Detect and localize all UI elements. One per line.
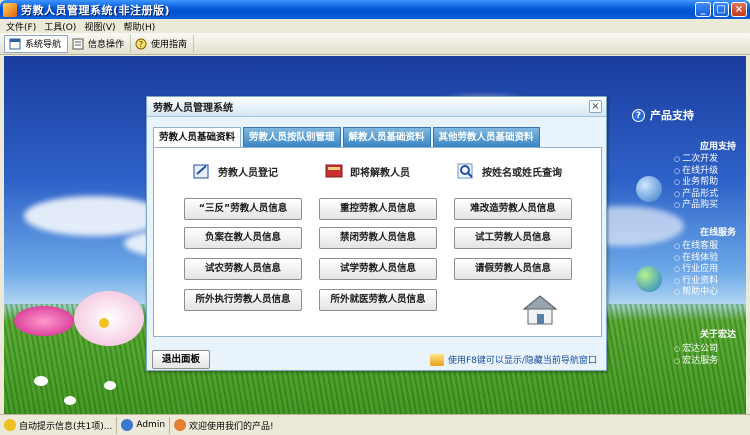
welcome-icon: [174, 419, 187, 431]
question-icon: ?: [632, 108, 645, 122]
user-name: Admin: [136, 420, 166, 430]
minimize-button[interactable]: _: [695, 2, 711, 17]
toolbar: 系统导航 信息操作 ? 使用指南: [0, 33, 750, 55]
tab-basic-info[interactable]: 劳教人员基础资料: [153, 127, 242, 148]
trial-study-button[interactable]: 试学劳教人员信息: [319, 258, 437, 280]
trial-farm-button[interactable]: 试农劳教人员信息: [184, 258, 302, 280]
side-link[interactable]: 在线体验: [674, 253, 718, 265]
hint-text: 使用F8键可以显示/隐藏当前导航窗口: [448, 356, 597, 366]
menu-bar: 文件(F) 工具(O) 视图(V) 帮助(H): [0, 19, 750, 33]
pending-case-button[interactable]: 负案在教人员信息: [184, 227, 302, 249]
side-link[interactable]: 在线客服: [674, 241, 718, 253]
confinement-button[interactable]: 禁闭劳教人员信息: [319, 227, 437, 249]
window-titlebar: 劳教人员管理系统(非注册版) _ □ ×: [0, 0, 750, 19]
side-section-heading: 在线服务: [699, 228, 736, 238]
product-support-panel: ? 产品支持 应用支持 二次开发 在线升级 业务帮助 产品形式 产品购买 在线服…: [626, 101, 746, 401]
user-icon: [121, 419, 134, 431]
name-search-action[interactable]: 按姓名或姓氏查询: [456, 162, 562, 180]
home-icon[interactable]: [522, 294, 558, 326]
main-dialog: 劳教人员管理系统 × 劳教人员基础资料 劳教人员按队别管理 解教人员基础资料 其…: [146, 96, 607, 371]
side-link[interactable]: 帮助中心: [674, 287, 718, 299]
auto-info-text: 自动提示信息(共1项)...: [19, 421, 113, 432]
f8-hint: 使用F8键可以显示/隐藏当前导航窗口: [430, 353, 597, 366]
window-title: 劳教人员管理系统(非注册版): [21, 3, 171, 17]
welcome-segment: 欢迎使用我们的产品!: [170, 417, 278, 434]
arrow-icon: [636, 176, 662, 202]
tab-released[interactable]: 解教人员基础资料: [342, 127, 431, 147]
system-nav-button[interactable]: 系统导航: [4, 34, 69, 53]
status-bar: 自动提示信息(共1项)... Admin 欢迎使用我们的产品!: [0, 414, 750, 435]
side-link[interactable]: 宏达公司: [674, 344, 718, 356]
outside-medical-button[interactable]: 所外就医劳教人员信息: [319, 289, 437, 311]
menu-file[interactable]: 文件(F): [6, 20, 36, 33]
tab-by-team[interactable]: 劳教人员按队别管理: [243, 127, 341, 147]
side-section-heading: 应用支持: [699, 142, 736, 152]
register-action[interactable]: 劳教人员登记: [192, 162, 278, 180]
trial-work-button[interactable]: 试工劳教人员信息: [454, 227, 572, 249]
tab-other[interactable]: 其他劳教人员基础资料: [432, 127, 540, 147]
book-icon: [325, 164, 343, 178]
info-operation-label: 信息操作: [88, 40, 125, 50]
menu-help[interactable]: 帮助(H): [124, 20, 156, 33]
user-guide-button[interactable]: ? 使用指南: [131, 34, 195, 53]
side-link[interactable]: 在线升级: [674, 166, 718, 178]
key-control-button[interactable]: 重控劳教人员信息: [319, 198, 437, 220]
upcoming-release-label: 即将解教人员: [350, 167, 410, 179]
side-link[interactable]: 宏达服务: [674, 356, 718, 368]
user-segment: Admin: [117, 416, 171, 434]
hint-icon: [430, 353, 444, 366]
tab-bar: 劳教人员基础资料 劳教人员按队别管理 解教人员基础资料 其他劳教人员基础资料: [153, 127, 540, 148]
hard-reform-button[interactable]: 难改造劳教人员信息: [454, 198, 572, 220]
auto-info-segment[interactable]: 自动提示信息(共1项)...: [0, 416, 118, 434]
system-nav-label: 系统导航: [25, 40, 62, 50]
dialog-title: 劳教人员管理系统: [153, 103, 233, 114]
menu-tools[interactable]: 工具(O): [44, 20, 76, 33]
menu-view[interactable]: 视图(V): [84, 20, 115, 33]
close-button[interactable]: ×: [731, 2, 747, 17]
register-icon: [193, 164, 209, 179]
side-link[interactable]: 二次开发: [674, 154, 718, 166]
user-guide-label: 使用指南: [151, 40, 188, 50]
side-link[interactable]: 产品购买: [674, 200, 718, 212]
upcoming-release-action[interactable]: 即将解教人员: [324, 162, 410, 180]
dialog-close-button[interactable]: ×: [589, 100, 602, 113]
dialog-titlebar: 劳教人员管理系统: [147, 97, 606, 117]
tab-panel: 劳教人员登记 即将解教人员 按姓名或姓氏查询 “三反”劳教人员信息 重控劳教人员…: [153, 147, 602, 337]
outside-execution-button[interactable]: 所外执行劳教人员信息: [184, 289, 302, 311]
globe-icon: [636, 266, 662, 292]
info-icon: [72, 38, 84, 50]
side-section-heading: 关于宏达: [699, 330, 736, 340]
app-icon: [3, 2, 17, 17]
three-anti-button[interactable]: “三反”劳教人员信息: [184, 198, 302, 220]
exit-panel-button[interactable]: 退出面板: [152, 350, 210, 369]
side-link[interactable]: 行业资料: [674, 276, 718, 288]
side-link[interactable]: 产品形式: [674, 189, 718, 201]
svg-text:?: ?: [139, 40, 143, 49]
register-label: 劳教人员登记: [218, 167, 278, 179]
side-link[interactable]: 业务帮助: [674, 177, 718, 189]
maximize-button[interactable]: □: [713, 2, 729, 17]
side-panel-title: 产品支持: [650, 109, 694, 122]
bulb-icon: [4, 419, 16, 431]
flower-decoration: [14, 306, 74, 336]
search-icon: [457, 163, 473, 179]
help-icon: ?: [135, 38, 147, 50]
name-search-label: 按姓名或姓氏查询: [482, 167, 562, 179]
leave-button[interactable]: 请假劳教人员信息: [454, 258, 572, 280]
welcome-text: 欢迎使用我们的产品!: [189, 421, 274, 432]
side-link[interactable]: 行业应用: [674, 264, 718, 276]
nav-icon: [9, 38, 21, 50]
info-operation-button[interactable]: 信息操作: [68, 34, 132, 53]
